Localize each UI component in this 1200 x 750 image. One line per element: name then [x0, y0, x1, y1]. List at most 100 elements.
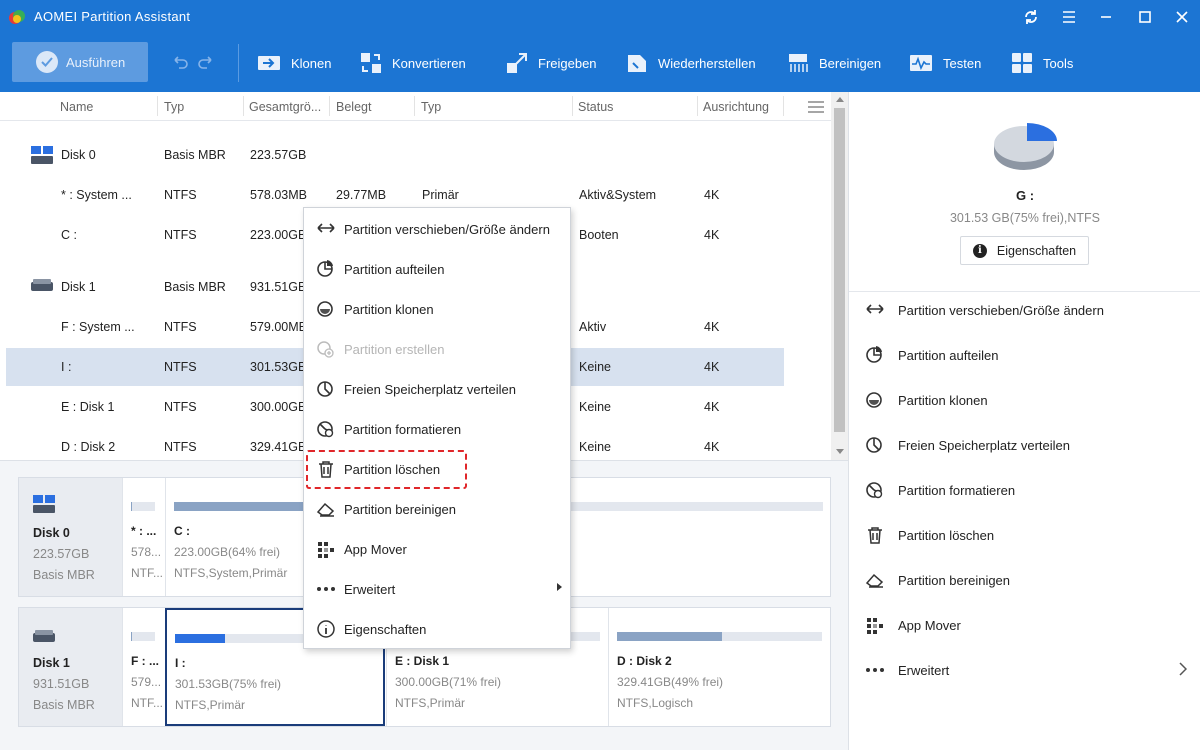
disk-info-0: Disk 0 223.57GB Basis MBR [19, 478, 122, 596]
operation-item[interactable]: Partition löschen [865, 523, 994, 547]
usage-bar-fill [617, 632, 722, 641]
context-menu-item[interactable]: Erweitert [304, 569, 570, 609]
maximize-icon[interactable] [1133, 6, 1157, 28]
context-menu-item[interactable]: App Mover [304, 529, 570, 569]
cell-name: D : Disk 2 [61, 440, 116, 454]
context-menu-item-label: Partition formatieren [344, 421, 462, 437]
apply-button[interactable]: Ausführen [12, 42, 148, 82]
column-header-capacity[interactable]: Gesamtgrö... [249, 100, 321, 114]
partition-block-name: I : [175, 656, 186, 670]
partition-block[interactable]: D : Disk 2 329.41GB(49% frei) NTFS,Logis… [608, 608, 830, 726]
cell-typ: NTFS [164, 440, 197, 454]
operation-item[interactable]: Erweitert [865, 658, 949, 682]
chevron-right-icon[interactable] [1179, 662, 1187, 676]
cell-typ: NTFS [164, 400, 197, 414]
cell-status: Aktiv&System [579, 188, 657, 202]
column-divider [572, 96, 573, 116]
tools-button[interactable]: Tools [1011, 48, 1073, 78]
operations-pane: G : 301.53 GB(75% frei),NTFS i Eigenscha… [848, 92, 1200, 750]
title-bar: AOMEI Partition Assistant [0, 0, 1200, 34]
partition-block[interactable]: * : ... 578... NTF... [122, 478, 165, 596]
column-header-status[interactable]: Status [578, 100, 613, 114]
cell-status: Aktiv [579, 320, 607, 334]
context-menu-item: Partition erstellen [304, 329, 570, 369]
cell-size: 223.00GB [250, 228, 307, 242]
wipe-partition-icon [316, 502, 335, 517]
free-up-button[interactable]: Freigeben [506, 48, 597, 78]
context-menu: Partition verschieben/Größe ändern Partit… [303, 207, 571, 649]
operation-label: Erweitert [898, 662, 950, 678]
column-divider [414, 96, 415, 116]
usage-bar [131, 632, 155, 641]
operation-item[interactable]: Partition bereinigen [865, 568, 1010, 592]
column-header-name[interactable]: Name [60, 100, 93, 114]
operation-item[interactable]: Partition klonen [865, 388, 988, 412]
context-menu-item-label: Partition erstellen [344, 341, 445, 357]
operation-label: Partition verschieben/Größe ändern [898, 302, 1104, 318]
partition-block[interactable]: F : ... 579... NTF... [122, 608, 165, 726]
scroll-down-icon[interactable] [835, 448, 845, 456]
context-menu-item[interactable]: Partition verschieben/Größe ändern [304, 209, 570, 249]
cell-size: 301.53GB [250, 360, 307, 374]
cell-used: 29.77MB [336, 188, 387, 202]
table-header: Name Typ Gesamtgrö... Belegt Typ Status … [0, 92, 848, 121]
restore-label: Wiederherstellen [658, 55, 756, 71]
operation-item[interactable]: App Mover [865, 613, 961, 637]
disk-icon [31, 278, 55, 297]
column-settings-icon[interactable] [808, 101, 824, 113]
format-icon [317, 421, 334, 438]
clone-button[interactable]: Klonen [257, 48, 331, 78]
split-icon [866, 346, 882, 363]
restore-button[interactable]: Wiederherstellen [626, 48, 756, 78]
operation-item[interactable]: Partition formatieren [865, 478, 1015, 502]
cell-typ: Basis MBR [164, 280, 226, 294]
context-menu-item-label: Eigenschaften [344, 621, 427, 637]
cell-name: F : System ... [61, 320, 135, 334]
operation-item[interactable]: Partition verschieben/Größe ändern [865, 298, 1104, 322]
operation-item[interactable]: Partition aufteilen [865, 343, 998, 367]
minimize-icon[interactable] [1094, 6, 1118, 28]
cell-size: 579.00MB [250, 320, 307, 334]
wipe-button[interactable]: Bereinigen [787, 48, 881, 78]
partition-block-size: 329.41GB(49% frei) [617, 675, 724, 689]
cell-size: 931.51GB [250, 280, 307, 294]
menu-icon[interactable] [1057, 6, 1081, 28]
column-header-partition-type[interactable]: Typ [421, 100, 441, 114]
window-title: AOMEI Partition Assistant [34, 9, 191, 24]
scroll-up-icon[interactable] [835, 95, 845, 103]
app-logo-icon [9, 10, 25, 24]
operation-item[interactable]: Freien Speicherplatz verteilen [865, 433, 1070, 457]
context-menu-item[interactable]: Partition klonen [304, 289, 570, 329]
disk-map-size: 931.51GB [33, 677, 90, 691]
cell-name: E : Disk 1 [61, 400, 115, 414]
scrollbar-thumb[interactable] [834, 108, 845, 432]
info-icon [317, 620, 335, 638]
close-icon[interactable] [1170, 6, 1194, 28]
disk-row[interactable]: Disk 0 Basis MBR 223.57GB [6, 136, 784, 174]
properties-button[interactable]: i Eigenschaften [960, 236, 1089, 265]
context-menu-item[interactable]: Eigenschaften [304, 609, 570, 649]
wipe-icon [789, 54, 808, 72]
context-menu-item[interactable]: Partition formatieren [304, 409, 570, 449]
undo-icon[interactable] [171, 53, 189, 71]
partition-block-fs: NTFS,Primär [175, 698, 245, 712]
usage-bar [131, 502, 155, 511]
partition-pie-chart-icon [994, 123, 1057, 170]
refresh-icon[interactable] [1019, 6, 1043, 28]
column-header-used[interactable]: Belegt [336, 100, 371, 114]
context-menu-item[interactable]: Partition aufteilen [304, 249, 570, 289]
apply-button-label: Ausführen [66, 54, 126, 70]
convert-button[interactable]: Konvertieren [360, 48, 466, 78]
format-icon [866, 482, 883, 499]
clone-icon [258, 56, 280, 70]
wipe-partition-icon [865, 573, 884, 588]
context-menu-item[interactable]: Freien Speicherplatz verteilen [304, 369, 570, 409]
context-menu-item-label: Erweitert [344, 581, 396, 597]
column-header-alignment[interactable]: Ausrichtung [703, 100, 769, 114]
redo-icon[interactable] [197, 53, 215, 71]
context-menu-item[interactable]: Partition bereinigen [304, 489, 570, 529]
column-header-fs-type[interactable]: Typ [164, 100, 184, 114]
cell-size: 300.00GB [250, 400, 307, 414]
test-button[interactable]: Testen [909, 48, 981, 78]
tools-label: Tools [1043, 55, 1074, 71]
